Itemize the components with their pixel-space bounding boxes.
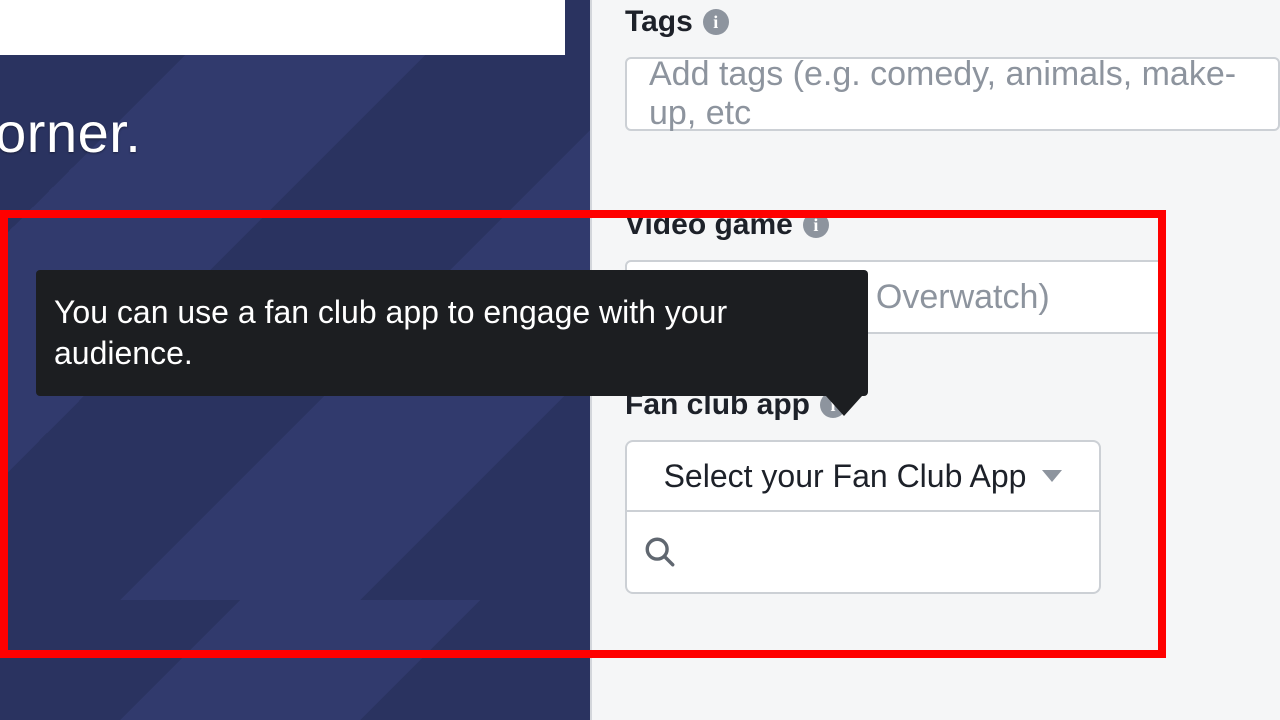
video-game-label-text: Video game (625, 208, 793, 242)
search-icon (643, 535, 677, 569)
info-icon[interactable]: i (803, 212, 829, 238)
tags-field: Tags i Add tags (e.g. comedy, animals, m… (625, 5, 1280, 131)
fan-club-dropdown-label: Select your Fan Club App (664, 458, 1027, 495)
tags-input[interactable]: Add tags (e.g. comedy, animals, make-up,… (625, 57, 1280, 131)
tooltip-text: You can use a fan club app to engage wit… (54, 294, 727, 371)
fan-club-dropdown[interactable]: Select your Fan Club App (625, 440, 1101, 512)
tags-placeholder: Add tags (e.g. comedy, animals, make-up,… (649, 55, 1256, 133)
fan-club-tooltip: You can use a fan club app to engage wit… (36, 270, 868, 396)
fan-club-field: Fan club app i Select your Fan Club App (625, 388, 1125, 594)
video-game-label: Video game i (625, 208, 1280, 242)
fan-club-search-input[interactable] (695, 533, 1059, 572)
preview-caption-fragment: -right corner. (0, 100, 580, 165)
chevron-down-icon (1042, 470, 1062, 482)
preview-card-fragment (0, 0, 565, 55)
tags-label: Tags i (625, 5, 1280, 39)
info-icon[interactable]: i (703, 9, 729, 35)
tags-label-text: Tags (625, 5, 693, 39)
video-game-placeholder-fragment: . Overwatch) (857, 278, 1050, 317)
fan-club-search-row (625, 512, 1101, 594)
